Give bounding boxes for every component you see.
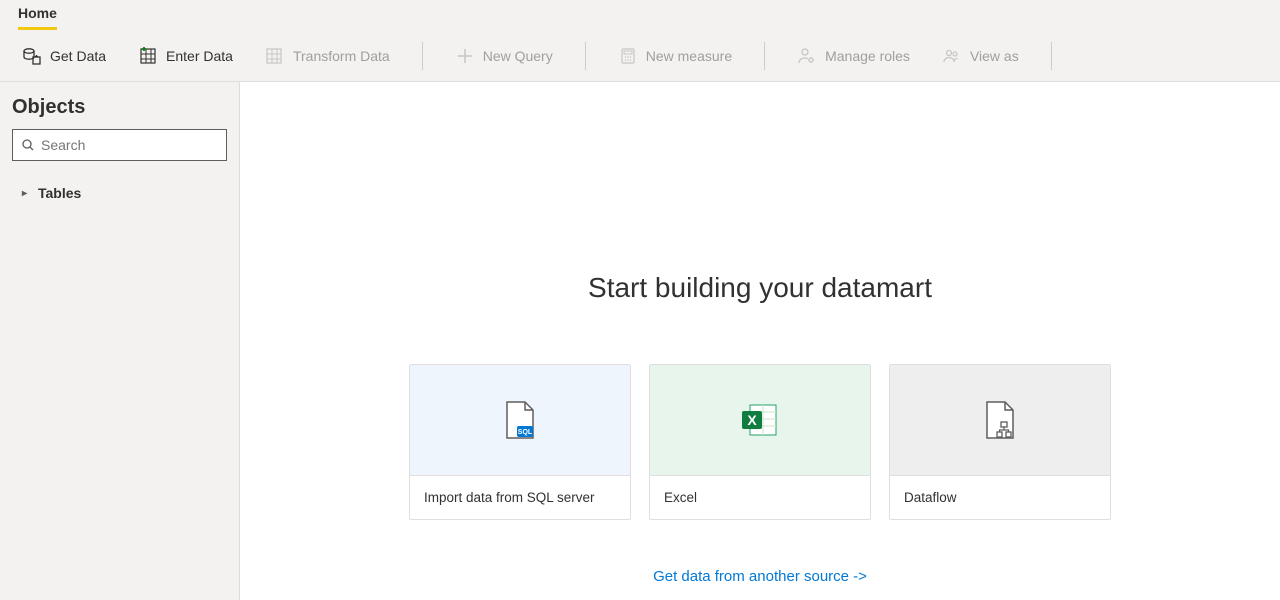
tab-bar: Home — [0, 0, 1280, 30]
table-transform-icon — [265, 46, 285, 66]
card-icon-area — [890, 365, 1110, 475]
card-label: Dataflow — [890, 475, 1110, 519]
main-canvas: Start building your datamart SQL Import … — [240, 82, 1280, 600]
calculator-icon — [618, 46, 638, 66]
new-query-button: New Query — [451, 30, 557, 81]
get-data-label: Get Data — [50, 48, 106, 64]
person-gear-icon — [797, 46, 817, 66]
search-icon — [21, 138, 35, 152]
sidebar: Objects ▸ Tables — [0, 82, 240, 600]
cards-row: SQL Import data from SQL server X Excel — [240, 364, 1280, 520]
database-icon — [22, 46, 42, 66]
new-measure-label: New measure — [646, 48, 732, 64]
sidebar-title: Objects — [8, 96, 231, 129]
tree-item-tables[interactable]: ▸ Tables — [8, 179, 231, 207]
tree-item-label: Tables — [38, 185, 81, 201]
get-data-button[interactable]: Get Data — [18, 30, 110, 81]
chevron-right-icon: ▸ — [22, 188, 32, 199]
enter-data-button[interactable]: Enter Data — [134, 30, 237, 81]
ribbon-separator — [1051, 42, 1052, 70]
transform-data-button: Transform Data — [261, 30, 394, 81]
excel-icon: X — [740, 401, 780, 439]
ribbon-separator — [764, 42, 765, 70]
hero-title: Start building your datamart — [240, 272, 1280, 304]
svg-text:X: X — [747, 412, 757, 428]
card-excel[interactable]: X Excel — [649, 364, 871, 520]
search-box[interactable] — [12, 129, 227, 161]
svg-text:SQL: SQL — [518, 429, 533, 436]
sql-file-icon: SQL — [503, 400, 537, 440]
search-input[interactable] — [41, 137, 222, 153]
card-icon-area: SQL — [410, 365, 630, 475]
another-source-link[interactable]: Get data from another source -> — [653, 568, 867, 585]
new-query-label: New Query — [483, 48, 553, 64]
ribbon-separator — [422, 42, 423, 70]
enter-data-label: Enter Data — [166, 48, 233, 64]
ribbon-separator — [585, 42, 586, 70]
ribbon: Get Data Enter Data Transform Data New Q… — [0, 30, 1280, 82]
manage-roles-button: Manage roles — [793, 30, 914, 81]
hero: Start building your datamart — [240, 272, 1280, 304]
tab-home[interactable]: Home — [18, 0, 57, 30]
dataflow-file-icon — [983, 400, 1017, 440]
plus-icon — [455, 46, 475, 66]
card-sql-server[interactable]: SQL Import data from SQL server — [409, 364, 631, 520]
manage-roles-label: Manage roles — [825, 48, 910, 64]
card-dataflow[interactable]: Dataflow — [889, 364, 1111, 520]
people-icon — [942, 46, 962, 66]
new-measure-button: New measure — [614, 30, 736, 81]
view-as-label: View as — [970, 48, 1019, 64]
view-as-button: View as — [938, 30, 1023, 81]
card-label: Import data from SQL server — [410, 475, 630, 519]
card-label: Excel — [650, 475, 870, 519]
another-source-row: Get data from another source -> — [240, 568, 1280, 586]
card-icon-area: X — [650, 365, 870, 475]
transform-data-label: Transform Data — [293, 48, 390, 64]
table-plus-icon — [138, 46, 158, 66]
